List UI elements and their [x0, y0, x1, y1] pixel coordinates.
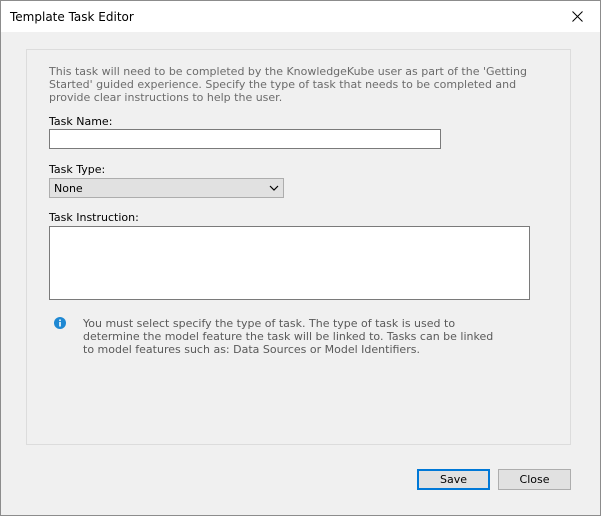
task-type-label: Task Type:	[49, 163, 106, 176]
dialog-window: Template Task Editor This task will need…	[0, 0, 601, 516]
close-button[interactable]: Close	[498, 469, 571, 490]
title-bar: Template Task Editor	[1, 1, 600, 32]
info-message: You must select specify the type of task…	[83, 317, 494, 356]
intro-text: This task will need to be completed by t…	[49, 65, 527, 104]
chevron-down-icon	[269, 185, 279, 191]
form-panel: This task will need to be completed by t…	[26, 49, 571, 445]
close-window-button[interactable]	[554, 1, 600, 32]
task-name-input[interactable]	[49, 129, 441, 149]
close-icon	[571, 11, 583, 22]
task-type-dropdown[interactable]: None	[49, 178, 284, 198]
task-instruction-label: Task Instruction:	[49, 211, 139, 224]
info-icon	[54, 317, 66, 329]
window-title: Template Task Editor	[10, 10, 134, 24]
task-name-label: Task Name:	[49, 115, 113, 128]
task-instruction-textarea[interactable]	[49, 226, 530, 300]
save-button[interactable]: Save	[417, 469, 490, 490]
task-type-selected: None	[54, 182, 83, 195]
